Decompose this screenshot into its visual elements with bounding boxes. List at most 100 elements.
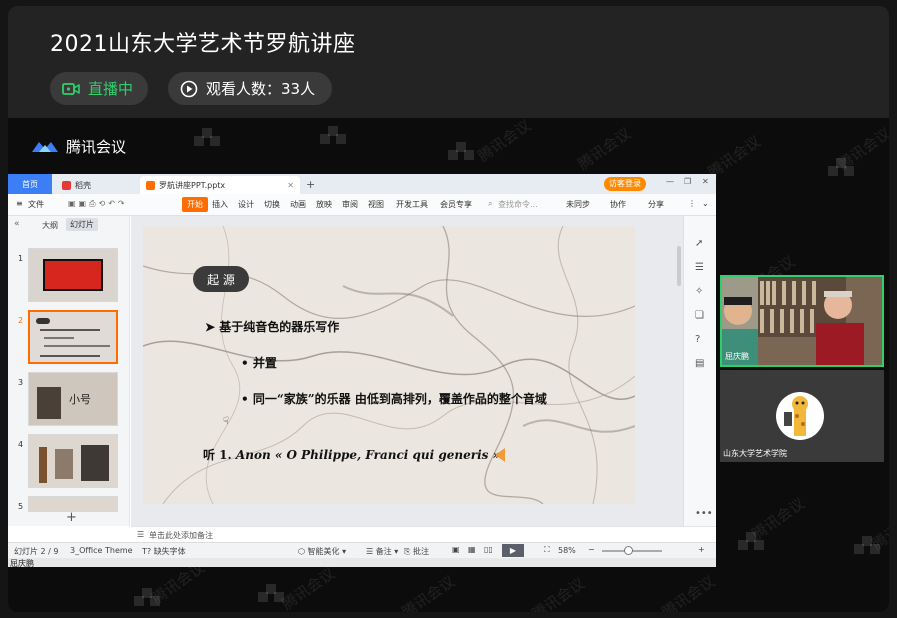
menu-developer[interactable]: 开发工具 [396, 199, 428, 210]
section-badge: 起 源 [193, 266, 249, 292]
watermark-text: 腾讯会议 [278, 564, 339, 612]
wps-tab-bar: 首页 稻壳 罗航讲座PPT.pptx ✕ + 访客登录 — ❐ ✕ [8, 174, 716, 194]
chevron-down-icon[interactable]: ⌄ [702, 199, 709, 208]
participant-avatar-tile[interactable]: 山东大学艺术学院 [720, 370, 884, 462]
comments-label: 批注 [412, 547, 429, 556]
stream-title: 2021山东大学艺术节罗航讲座 [50, 32, 356, 57]
zoom-level[interactable]: 58% [558, 546, 576, 555]
notes-area[interactable]: ☰ 单击此处添加备注 [131, 526, 716, 542]
status-bar: 幻灯片 2 / 9 3_Office Theme T? 缺失字体 ⬡ 智能美化 … [8, 542, 716, 558]
tencent-meeting-logo: 腾讯会议 [30, 136, 126, 157]
zoom-out-icon[interactable]: − [588, 545, 595, 554]
tab-close-icon[interactable]: ✕ [287, 181, 294, 190]
window-close-icon[interactable]: ✕ [702, 177, 709, 186]
slide-thumbnail-1[interactable] [28, 248, 118, 302]
viewer-count-label: 观看人数：33人 [206, 80, 316, 98]
hamburger-icon[interactable]: ≡ [16, 199, 23, 208]
menu-start[interactable]: 开始 [182, 197, 208, 212]
presenter-strip: 屈庆鹏 [8, 558, 716, 567]
watermark-logo-icon [320, 126, 346, 152]
slide-number: 4 [18, 440, 24, 449]
slide-number: 3 [18, 378, 24, 387]
zoom-slider[interactable] [602, 546, 662, 555]
rocket-icon[interactable]: ➚ [695, 238, 703, 249]
menu-insert[interactable]: 插入 [212, 199, 228, 210]
copy-icon[interactable]: ❏ [695, 310, 704, 321]
menu-review[interactable]: 审阅 [342, 199, 358, 210]
viewer-count-badge: 观看人数：33人 [168, 72, 332, 105]
comments-toggle[interactable]: ⎘ 批注 [404, 546, 429, 557]
add-slide-icon[interactable]: + [66, 510, 77, 525]
slide-thumbnail-3[interactable]: 小号 [28, 372, 118, 426]
menu-animation[interactable]: 动画 [290, 199, 306, 210]
watermark-logo-icon [258, 584, 284, 610]
watermark-text: 腾讯会议 [474, 118, 535, 166]
slide-thumbnail-panel: « 大纲 幻灯片 1 2 3 小号 4 5 + [8, 216, 130, 526]
window-minimize-icon[interactable]: — [666, 177, 674, 186]
menu-view[interactable]: 视图 [368, 199, 384, 210]
participant-video-tile[interactable]: 屈庆鹏 [720, 275, 884, 367]
menu-file[interactable]: 文件 [28, 199, 44, 210]
sync-status[interactable]: 未同步 [566, 199, 590, 210]
presenter-name: 屈庆鹏 [10, 559, 34, 567]
collaborate-button[interactable]: 协作 [610, 199, 626, 210]
collapse-panel-icon[interactable]: « [14, 219, 20, 229]
zoom-slider-thumb[interactable] [624, 546, 633, 555]
share-button[interactable]: 分享 [648, 199, 664, 210]
help-icon[interactable]: ? [695, 334, 700, 345]
notes-icon: ☰ [137, 530, 145, 539]
menu-transition[interactable]: 切换 [264, 199, 280, 210]
tab-home[interactable]: 首页 [8, 174, 52, 194]
zoom-in-icon[interactable]: + [698, 545, 705, 554]
missing-font-button[interactable]: T? 缺失字体 [142, 546, 186, 557]
image-icon[interactable]: ▤ [695, 358, 704, 369]
slide-thumbnail-2[interactable] [28, 310, 118, 364]
watermark-text: 腾讯会议 [398, 572, 459, 612]
command-search[interactable]: 查找命令... [498, 199, 538, 210]
more-icon[interactable]: ⋮ [688, 199, 696, 208]
slide-thumbnail-4[interactable] [28, 434, 118, 488]
live-status-badge: 直播中 [50, 72, 148, 105]
notes-toggle[interactable]: ☰ 备注 ▾ [366, 546, 398, 557]
live-stream-window: 2021山东大学艺术节罗航讲座 直播中 观看人数：33人 腾讯会议 腾讯会议 腾… [8, 6, 889, 612]
play-circle-icon [180, 80, 198, 97]
slide-bullet: • 并置 [241, 354, 277, 371]
settings-sliders-icon[interactable]: ☰ [695, 262, 704, 273]
video-camera-icon [62, 82, 80, 95]
tab-docer[interactable]: 稻壳 [56, 176, 136, 194]
listen-prefix: 听 1. [203, 448, 232, 462]
section-badge-label: 起 源 [207, 272, 235, 287]
audio-speaker-icon[interactable] [495, 448, 505, 462]
listen-line: 听 1. Anon « O Philippe, Franci qui gener… [203, 446, 500, 463]
panel-tab-slides[interactable]: 幻灯片 [66, 218, 98, 231]
slide-bullet: • 同一“家族”的乐器 由低到高排列，覆盖作品的整个音域 [241, 390, 547, 407]
panel-tab-outline[interactable]: 大纲 [42, 220, 58, 231]
slide-canvas[interactable]: 起 源 ➤ 基于纯音色的器乐写作 • 并置 • 同一“家族”的乐器 由低到高排列… [143, 226, 635, 504]
normal-view-icon[interactable]: ▣ [452, 545, 460, 554]
fit-window-icon[interactable]: ⛶ [544, 545, 550, 555]
reading-view-icon[interactable]: ▯▯ [484, 545, 493, 554]
tab-presentation-label: 罗航讲座PPT.pptx [159, 180, 226, 190]
slide-heading: ➤ 基于纯音色的器乐写作 [205, 318, 339, 335]
bullet-text: 同一“家族”的乐器 由低到高排列，覆盖作品的整个音域 [252, 392, 547, 406]
editor-scrollbar[interactable] [677, 246, 681, 286]
more-icon[interactable]: ••• [695, 508, 713, 519]
magic-icon[interactable]: ✧ [695, 286, 703, 297]
search-icon[interactable]: ⌕ [488, 199, 492, 209]
shared-screen: 首页 稻壳 罗航讲座PPT.pptx ✕ + 访客登录 — ❐ ✕ ≡ 文件 ▣… [8, 174, 716, 567]
login-button[interactable]: 访客登录 [604, 177, 646, 191]
grid-view-icon[interactable]: ▦ [468, 545, 476, 554]
menu-design[interactable]: 设计 [238, 199, 254, 210]
notes-label: 备注 [375, 547, 392, 556]
menu-slideshow[interactable]: 放映 [316, 199, 332, 210]
slide-number: 2 [18, 316, 24, 325]
new-tab-icon[interactable]: + [306, 178, 315, 191]
smart-beautify-button[interactable]: ⬡ 智能美化 ▾ [298, 546, 346, 557]
tab-presentation[interactable]: 罗航讲座PPT.pptx ✕ [140, 176, 300, 194]
play-slideshow-button[interactable]: ▶ [502, 544, 524, 557]
window-restore-icon[interactable]: ❐ [684, 177, 691, 186]
menu-member[interactable]: 会员专享 [440, 199, 472, 210]
watermark-text: 腾讯会议 [574, 124, 635, 174]
missing-font-label: 缺失字体 [153, 547, 186, 556]
quick-access-icons[interactable]: ▣▣⎙⟲↶↷ [68, 199, 128, 209]
